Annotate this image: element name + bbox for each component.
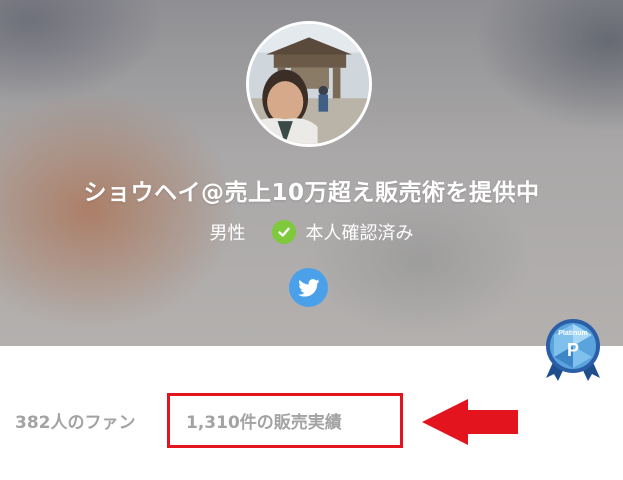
red-arrow-icon: [422, 399, 518, 445]
twitter-button[interactable]: [289, 268, 328, 307]
avatar[interactable]: [246, 21, 372, 147]
profile-header: ショウヘイ@売上10万超え販売術を提供中 男性 本人確認済み: [0, 0, 623, 346]
avatar-photo: [249, 24, 369, 144]
sales-record-highlight: 1,310件の販売実績: [167, 393, 403, 448]
profile-meta: 男性 本人確認済み: [0, 218, 623, 246]
stats-row: 382人のファン 1,310件の販売実績: [0, 393, 623, 448]
check-icon: [271, 220, 296, 244]
gender-label: 男性: [209, 223, 246, 244]
profile-name: ショウヘイ@売上10万超え販売術を提供中: [83, 180, 540, 206]
platinum-badge-icon: Platinum P: [546, 319, 600, 381]
badge-text: Platinum: [558, 330, 588, 337]
fan-count[interactable]: 382人のファン: [15, 408, 136, 433]
sales-record[interactable]: 1,310件の販売実績: [186, 413, 342, 433]
badge-letter: P: [567, 340, 579, 360]
twitter-icon: [297, 278, 319, 297]
verified-label: 本人確認済み: [305, 223, 414, 244]
